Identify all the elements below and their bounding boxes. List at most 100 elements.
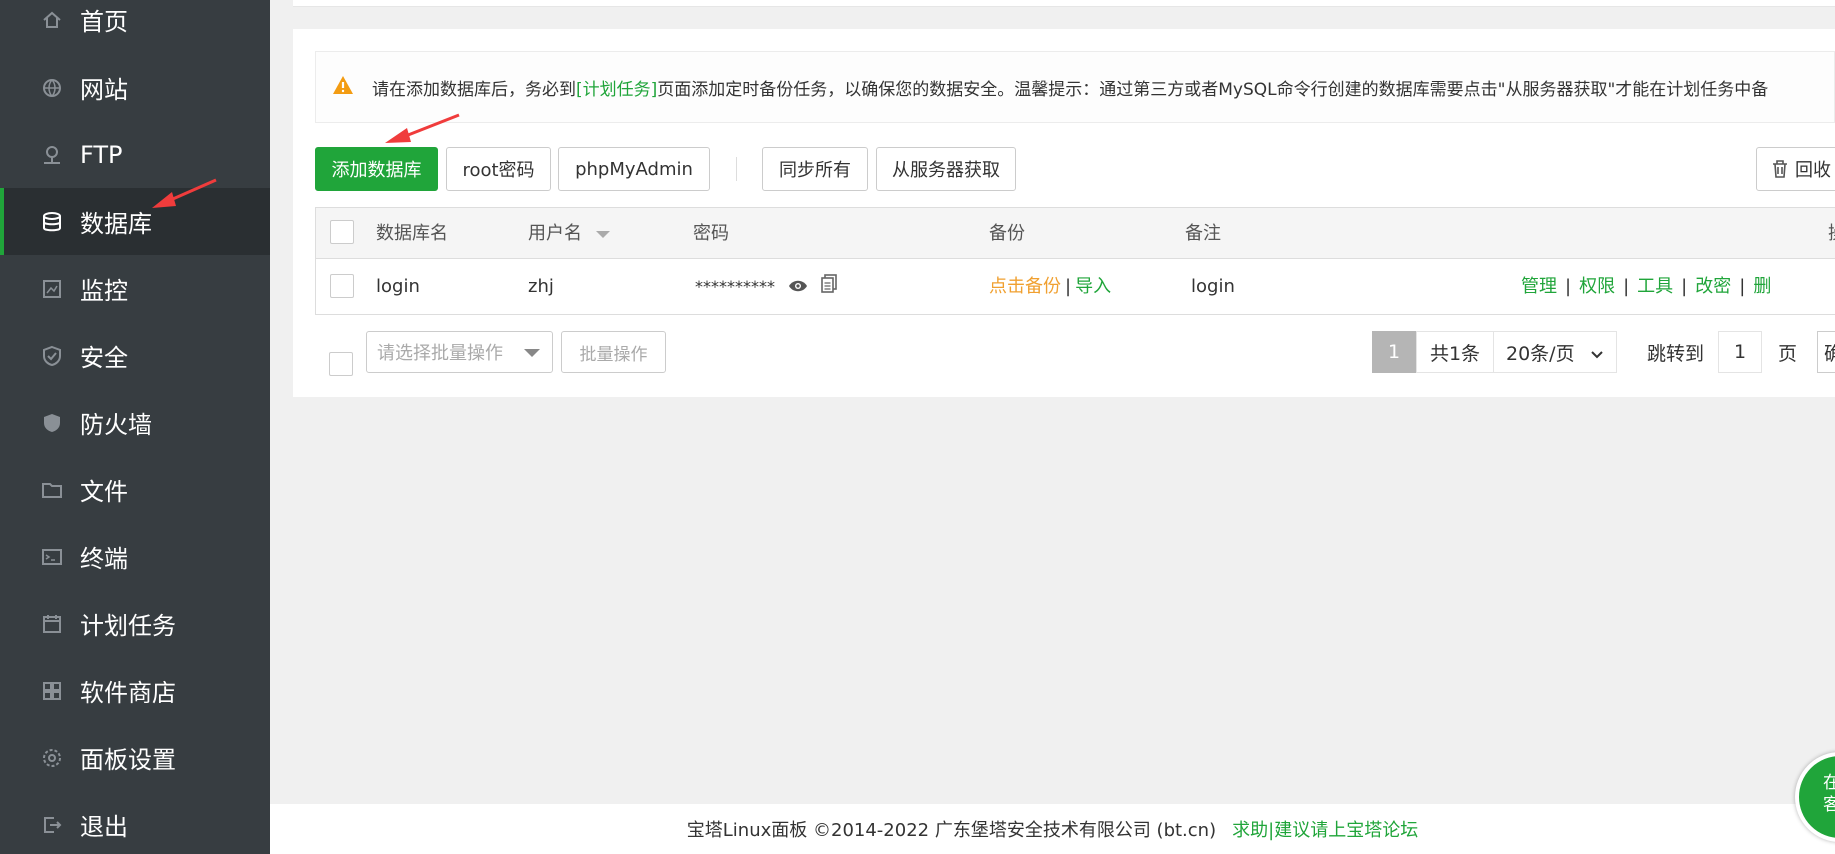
sidebar: 首页 网站 FTP 数据库 监控 安全 防火墙 文件 终端 计划任务 软件商店 — [0, 0, 270, 854]
recycle-label: 回收 — [1795, 160, 1831, 181]
terminal-icon — [40, 545, 64, 569]
separator: | — [1565, 276, 1572, 297]
sidebar-item-label: 软件商店 — [80, 679, 176, 707]
home-icon — [40, 8, 64, 32]
page-size-value: 20条/页 — [1506, 342, 1575, 365]
monitor-icon — [40, 277, 64, 301]
sidebar-item-label: 面板设置 — [80, 746, 176, 774]
tools-link[interactable]: 工具 — [1637, 276, 1673, 297]
sidebar-item-home[interactable]: 首页 — [0, 0, 270, 53]
sidebar-item-label: 网站 — [80, 76, 128, 104]
annotation-arrow — [152, 178, 217, 208]
eye-icon[interactable] — [788, 260, 808, 316]
username-cell: zhj — [528, 276, 554, 297]
sidebar-item-label: FTP — [80, 140, 123, 169]
warning-icon — [332, 75, 354, 100]
header-backup: 备份 — [989, 223, 1025, 244]
sidebar-item-files[interactable]: 文件 — [0, 456, 270, 523]
trash-icon — [1771, 159, 1789, 179]
sidebar-item-terminal[interactable]: 终端 — [0, 523, 270, 590]
page-size-select[interactable]: 20条/页 — [1493, 331, 1617, 373]
page-footer: 宝塔Linux面板 ©2014-2022 广东堡塔安全技术有限公司 (bt.cn… — [270, 804, 1835, 854]
permission-link[interactable]: 权限 — [1579, 276, 1615, 297]
sidebar-item-label: 首页 — [80, 8, 128, 36]
chat-line-1: 在 — [1823, 773, 1835, 793]
sidebar-item-database[interactable]: 数据库 — [0, 188, 270, 255]
chat-line-2: 客 — [1823, 795, 1835, 815]
header-operations: 操 — [1828, 208, 1835, 259]
phpmyadmin-button[interactable]: phpMyAdmin — [558, 147, 710, 191]
gear-icon — [40, 746, 64, 770]
add-database-button[interactable]: 添加数据库 — [315, 147, 438, 191]
sidebar-item-website[interactable]: 网站 — [0, 54, 270, 121]
copyright-text: 宝塔Linux面板 ©2014-2022 广东堡塔安全技术有限公司 (bt.cn… — [686, 820, 1217, 841]
import-link[interactable]: 导入 — [1075, 276, 1111, 297]
database-panel: 请在添加数据库后，务必到 [计划任务] 页面添加定时备份任务，以确保您的数据安全。温… — [293, 29, 1835, 397]
sidebar-item-monitor[interactable]: 监控 — [0, 255, 270, 322]
firewall-icon — [40, 411, 64, 435]
table-header: 数据库名 用户名 密码 备份 备注 操 — [316, 208, 1835, 259]
calendar-icon — [40, 612, 64, 636]
sidebar-item-settings[interactable]: 面板设置 — [0, 724, 270, 791]
globe-icon — [40, 76, 64, 100]
sidebar-item-ftp[interactable]: FTP — [0, 121, 270, 188]
delete-link[interactable]: 删 — [1753, 276, 1771, 297]
batch-select-checkbox[interactable] — [329, 352, 353, 376]
backup-cell: 点击备份 | 导入 — [989, 259, 1111, 315]
top-card — [293, 0, 1835, 7]
sidebar-item-label: 终端 — [80, 545, 128, 573]
jump-confirm-button[interactable]: 确 — [1817, 331, 1835, 373]
password-mask: ********** — [695, 277, 775, 296]
forum-link[interactable]: 求助|建议请上宝塔论坛 — [1232, 816, 1418, 842]
caret-down-icon — [524, 349, 540, 357]
backup-warning-alert: 请在添加数据库后，务必到 [计划任务] 页面添加定时备份任务，以确保您的数据安全。温… — [315, 51, 1835, 123]
chevron-down-icon — [1590, 344, 1604, 366]
header-remark: 备注 — [1185, 223, 1221, 244]
header-db-name[interactable]: 数据库名 — [376, 208, 448, 259]
header-username[interactable]: 用户名 — [528, 208, 610, 259]
header-password: 密码 — [693, 223, 729, 244]
batch-operation-select[interactable]: 请选择批量操作 — [366, 331, 553, 373]
jump-label: 跳转到 — [1647, 342, 1705, 365]
total-count: 共1条 — [1416, 331, 1494, 373]
separator: | — [1739, 276, 1746, 297]
manage-link[interactable]: 管理 — [1521, 276, 1557, 297]
click-backup-link[interactable]: 点击备份 — [989, 276, 1061, 297]
page-1-button[interactable]: 1 — [1372, 331, 1416, 373]
recycle-bin-button[interactable]: 回收 — [1756, 147, 1835, 191]
toolbar-divider — [736, 157, 737, 181]
get-from-server-button[interactable]: 从服务器获取 — [876, 147, 1016, 191]
remark-cell[interactable]: login — [1191, 259, 1235, 315]
batch-select-placeholder: 请选择批量操作 — [377, 343, 503, 364]
separator: | — [1681, 276, 1688, 297]
ftp-icon — [40, 143, 64, 167]
batch-operation-button[interactable]: 批量操作 — [561, 331, 666, 373]
root-password-button[interactable]: root密码 — [446, 147, 551, 191]
annotation-arrow — [385, 113, 460, 143]
operations-cell: 管理 | 权限 | 工具 | 改密 | 删 — [1521, 259, 1771, 315]
sidebar-item-firewall[interactable]: 防火墙 — [0, 389, 270, 456]
password-cell: ********** — [695, 259, 837, 315]
select-all-checkbox[interactable] — [330, 220, 354, 244]
sidebar-item-logout[interactable]: 退出 — [0, 791, 270, 854]
db-name-cell: login — [376, 276, 420, 297]
separator: | — [1623, 276, 1630, 297]
jump-page-input[interactable]: 1 — [1718, 331, 1762, 373]
copy-icon[interactable] — [821, 260, 837, 316]
folder-icon — [40, 478, 64, 502]
sidebar-item-security[interactable]: 安全 — [0, 322, 270, 389]
crontab-link[interactable]: [计划任务] — [576, 75, 657, 100]
separator: | — [1065, 276, 1072, 297]
sidebar-item-label: 安全 — [80, 344, 128, 372]
sidebar-item-label: 文件 — [80, 478, 128, 506]
sidebar-item-store[interactable]: 软件商店 — [0, 657, 270, 724]
alert-text-after: 页面添加定时备份任务，以确保您的数据安全。温馨提示：通过第三方或者MySQL命令… — [657, 79, 1769, 100]
sidebar-item-label: 监控 — [80, 277, 128, 305]
sidebar-item-crontab[interactable]: 计划任务 — [0, 590, 270, 657]
page-unit-label: 页 — [1778, 342, 1798, 365]
apps-icon — [40, 679, 64, 703]
change-password-link[interactable]: 改密 — [1695, 276, 1731, 297]
shield-icon — [40, 344, 64, 368]
sync-all-button[interactable]: 同步所有 — [762, 147, 868, 191]
row-checkbox[interactable] — [330, 274, 354, 298]
